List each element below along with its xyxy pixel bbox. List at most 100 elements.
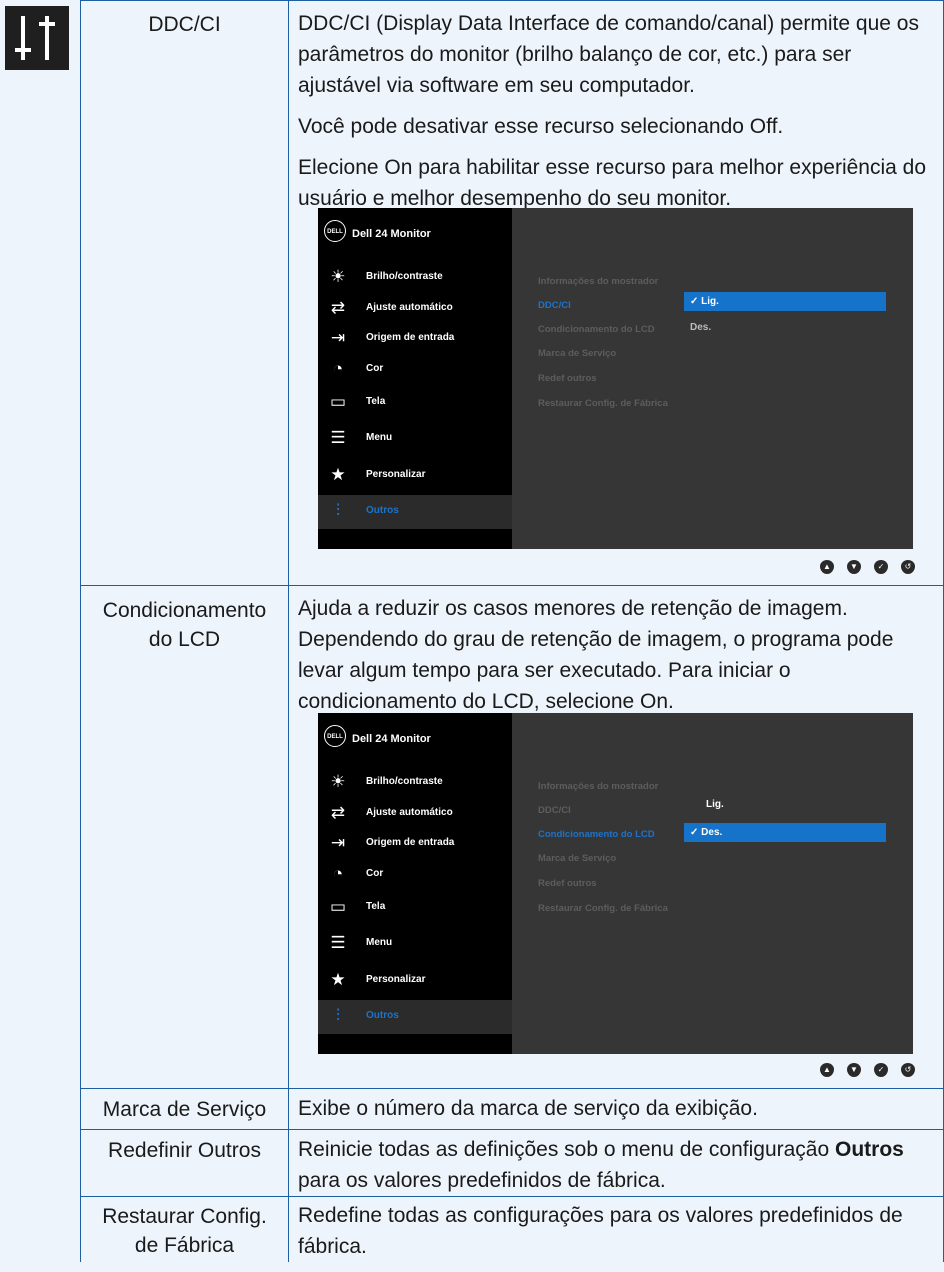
- row-desc-service-tag: Exibe o número da marca de serviço da ex…: [298, 1093, 934, 1134]
- osd-item-others: ⫶ Outros: [318, 1000, 512, 1034]
- osd-sub-display-info: Informações do mostrador: [538, 781, 659, 792]
- osd-item-color: ◔ Cor: [318, 353, 512, 387]
- osd-item-personalize: ★ Personalizar: [318, 964, 512, 998]
- row-label-lcd-conditioning: Condicionamento do LCD: [81, 596, 288, 654]
- osd-item-label: Origem de entrada: [366, 332, 455, 343]
- osd-sub-reset-others: Redef outros: [538, 373, 597, 384]
- osd-screenshot-ddcci: DELL Dell 24 Monitor ☀ Brilho/contraste ⇄…: [318, 208, 913, 549]
- text: Reinicie todas as definições sob o menu …: [298, 1138, 835, 1161]
- menu-icon: ☰: [330, 933, 346, 952]
- osd-item-label: Personalizar: [366, 469, 426, 480]
- row-desc-lcd-conditioning: Ajuda a reduzir os casos menores de rete…: [298, 593, 934, 727]
- label-line: do LCD: [148, 628, 221, 651]
- osd-item-display: ▭ Tela: [318, 891, 512, 925]
- osd-item-brightness: ☀ Brilho/contraste: [318, 261, 512, 295]
- others-icon: ⫶: [335, 1006, 341, 1025]
- osd-sub-ddcci: DDC/CI: [538, 300, 571, 311]
- display-icon: ▭: [329, 392, 347, 411]
- row-label-reset-others: Redefinir Outros: [108, 1139, 261, 1162]
- osd-item-personalize: ★ Personalizar: [318, 459, 512, 493]
- up-icon: ▲: [820, 560, 834, 574]
- osd-buttons: ▲ ▼ ✓ ↺: [820, 1063, 915, 1077]
- auto-adjust-icon: ⇄: [330, 803, 346, 822]
- osd-item-label: Outros: [366, 505, 399, 516]
- dell-logo-icon: DELL: [324, 725, 346, 747]
- row-divider: [80, 1088, 944, 1089]
- osd-item-label: Cor: [366, 868, 384, 879]
- osd-item-label: Tela: [366, 396, 386, 407]
- paragraph: Ajuda a reduzir os casos menores de rete…: [298, 597, 894, 713]
- paragraph: DDC/CI (Display Data Interface de comand…: [298, 12, 919, 97]
- paragraph: Você pode desativar esse recurso selecio…: [298, 115, 784, 138]
- osd-sub-reset-others: Redef outros: [538, 878, 597, 889]
- osd-sub-lcd-conditioning: Condicionamento do LCD: [538, 324, 655, 335]
- up-icon: ▲: [820, 1063, 834, 1077]
- input-source-icon: ⇥: [330, 833, 346, 852]
- osd-item-label: Menu: [366, 937, 393, 948]
- osd-item-color: ◔ Cor: [318, 858, 512, 892]
- osd-item-brightness: ☀ Brilho/contraste: [318, 766, 512, 800]
- color-icon: ◔: [332, 359, 344, 378]
- osd-item-label: Tela: [366, 901, 386, 912]
- osd-value-ddcci: ✓ Lig.: [684, 292, 886, 311]
- row-divider: [80, 585, 944, 586]
- row-desc-ddcci: DDC/CI (Display Data Interface de comand…: [298, 8, 934, 224]
- osd-item-label: Ajuste automático: [366, 807, 453, 818]
- osd-item-label: Ajuste automático: [366, 302, 453, 313]
- osd-value-ddcci: Lig.: [706, 799, 724, 810]
- down-icon: ▼: [847, 560, 861, 574]
- osd-value-lcd: Des.: [690, 322, 712, 333]
- brightness-icon: ☀: [330, 772, 346, 791]
- osd-title: Dell 24 Monitor: [352, 733, 431, 745]
- osd-item-auto-adjust: ⇄ Ajuste automático: [318, 292, 512, 326]
- menu-icon: ☰: [330, 428, 346, 447]
- osd-sidebar: DELL Dell 24 Monitor ☀ Brilho/contraste ⇄…: [318, 713, 512, 1054]
- osd-sub-ddcci: DDC/CI: [538, 805, 571, 816]
- osd-item-input-source: ⇥ Origem de entrada: [318, 322, 512, 356]
- down-icon: ▼: [847, 1063, 861, 1077]
- label-line: de Fábrica: [134, 1234, 235, 1257]
- paragraph: Reinicie todas as definições sob o menu …: [298, 1134, 934, 1196]
- osd-sub-display-info: Informações do mostrador: [538, 276, 659, 287]
- osd-buttons: ▲ ▼ ✓ ↺: [820, 560, 915, 574]
- osd-sub-factory-reset: Restaurar Config. de Fábrica: [538, 903, 668, 914]
- osd-item-label: Brilho/contraste: [366, 271, 443, 282]
- dell-logo-icon: DELL: [324, 220, 346, 242]
- display-icon: ▭: [329, 897, 347, 916]
- paragraph: Elecione On para habilitar esse recurso …: [298, 156, 927, 210]
- others-icon: ⫶: [335, 501, 341, 520]
- paragraph: Exibe o número da marca de serviço da ex…: [298, 1097, 758, 1120]
- osd-item-label: Outros: [366, 1010, 399, 1021]
- input-source-icon: ⇥: [330, 328, 346, 347]
- osd-sub-service-tag: Marca de Serviço: [538, 348, 617, 359]
- row-label-service-tag: Marca de Serviço: [102, 1098, 267, 1121]
- osd-item-auto-adjust: ⇄ Ajuste automático: [318, 797, 512, 831]
- row-divider: [80, 0, 944, 1]
- brightness-icon: ☀: [330, 267, 346, 286]
- osd-value-lcd: ✓ Des.: [684, 823, 886, 842]
- row-desc-factory-reset: Redefine todas as configurações para os …: [298, 1200, 934, 1272]
- label-line: Restaurar Config.: [102, 1205, 267, 1228]
- osd-sidebar: DELL Dell 24 Monitor ☀ Brilho/contraste ⇄…: [318, 208, 512, 549]
- osd-item-label: Personalizar: [366, 974, 426, 985]
- osd-item-input-source: ⇥ Origem de entrada: [318, 827, 512, 861]
- star-icon: ★: [330, 970, 346, 989]
- row-desc-reset-others: Reinicie todas as definições sob o menu …: [298, 1134, 934, 1206]
- star-icon: ★: [330, 465, 346, 484]
- osd-item-label: Menu: [366, 432, 393, 443]
- osd-screenshot-lcd: DELL Dell 24 Monitor ☀ Brilho/contraste ⇄…: [318, 713, 913, 1054]
- osd-item-display: ▭ Tela: [318, 386, 512, 420]
- label-line: Condicionamento: [102, 599, 267, 622]
- osd-sub-factory-reset: Restaurar Config. de Fábrica: [538, 398, 668, 409]
- row-label-factory-reset: Restaurar Config. de Fábrica: [81, 1202, 288, 1260]
- osd-sub-service-tag: Marca de Serviço: [538, 853, 617, 864]
- keyword-outros: Outros: [835, 1138, 904, 1161]
- back-icon: ↺: [901, 560, 915, 574]
- row-label-ddcci: DDC/CI: [148, 13, 221, 36]
- others-menu-icon: [5, 6, 69, 70]
- osd-item-label: Cor: [366, 363, 384, 374]
- osd-title: Dell 24 Monitor: [352, 228, 431, 240]
- osd-item-menu: ☰ Menu: [318, 422, 512, 456]
- osd-sub-lcd-conditioning: Condicionamento do LCD: [538, 829, 655, 840]
- text: para os valores predefinidos de fábrica.: [298, 1169, 666, 1192]
